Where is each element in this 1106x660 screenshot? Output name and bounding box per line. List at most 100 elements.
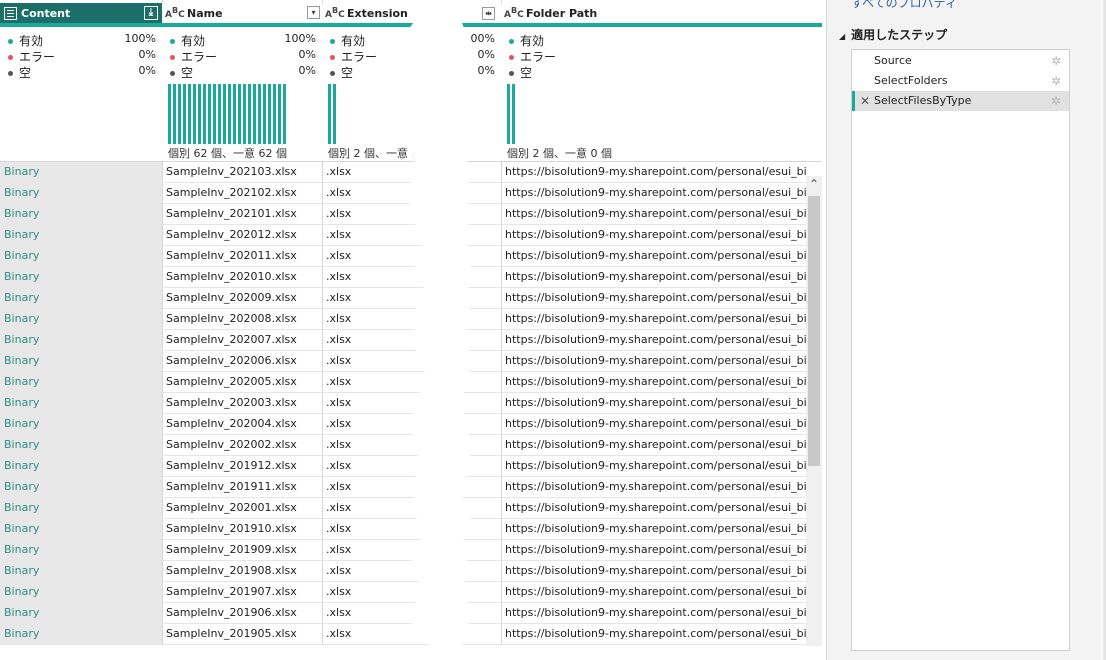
table-cell[interactable]: Binary	[0, 204, 162, 225]
table-cell[interactable]: https://bisolution9-my.sharepoint.com/pe…	[501, 162, 806, 183]
scroll-thumb[interactable]	[808, 196, 820, 466]
expand-column-icon[interactable]: ⇹	[482, 6, 495, 20]
distribution-bar[interactable]	[333, 84, 336, 144]
column-header-name[interactable]: ABC Name ▾	[162, 3, 322, 27]
table-cell[interactable]: Binary	[0, 183, 162, 204]
table-cell[interactable]: SampleInv_202008.xlsx	[162, 309, 322, 330]
gear-icon[interactable]: ✲	[1051, 51, 1061, 71]
table-cell[interactable]: SampleInv_202101.xlsx	[162, 204, 322, 225]
table-cell[interactable]: SampleInv_202002.xlsx	[162, 435, 322, 456]
table-cell[interactable]: Binary	[0, 267, 162, 288]
table-cell[interactable]: Binary	[0, 519, 162, 540]
distribution-bar[interactable]	[188, 84, 191, 144]
table-cell[interactable]: SampleInv_201911.xlsx	[162, 477, 322, 498]
table-cell[interactable]: Binary	[0, 582, 162, 603]
gear-icon[interactable]: ✲	[1051, 91, 1061, 111]
distribution-bar[interactable]	[283, 84, 286, 144]
collapse-triangle-icon[interactable]: ◢	[839, 32, 845, 41]
table-cell[interactable]: https://bisolution9-my.sharepoint.com/pe…	[501, 330, 806, 351]
distribution-bar[interactable]	[263, 84, 266, 144]
table-cell[interactable]: https://bisolution9-my.sharepoint.com/pe…	[501, 603, 806, 624]
table-cell[interactable]: https://bisolution9-my.sharepoint.com/pe…	[501, 519, 806, 540]
table-cell[interactable]: https://bisolution9-my.sharepoint.com/pe…	[501, 624, 806, 645]
table-cell[interactable]: Binary	[0, 351, 162, 372]
table-cell[interactable]: SampleInv_202006.xlsx	[162, 351, 322, 372]
gear-icon[interactable]: ✲	[1051, 71, 1061, 91]
table-cell[interactable]: SampleInv_201909.xlsx	[162, 540, 322, 561]
distribution-bar[interactable]	[278, 84, 281, 144]
table-cell[interactable]: Binary	[0, 456, 162, 477]
table-menu-icon[interactable]	[4, 6, 17, 20]
text-type-icon[interactable]: ABC	[325, 6, 345, 20]
distribution-bar[interactable]	[193, 84, 196, 144]
distribution-bar[interactable]	[512, 84, 515, 144]
text-type-icon[interactable]: ABC	[504, 6, 524, 20]
table-cell[interactable]: https://bisolution9-my.sharepoint.com/pe…	[501, 582, 806, 603]
filter-dropdown-icon[interactable]: ▾	[307, 6, 320, 19]
table-cell[interactable]: SampleInv_202011.xlsx	[162, 246, 322, 267]
table-cell[interactable]: Binary	[0, 162, 162, 183]
table-cell[interactable]: SampleInv_202010.xlsx	[162, 267, 322, 288]
step-source[interactable]: Source ✲	[852, 51, 1069, 71]
table-cell[interactable]: SampleInv_202012.xlsx	[162, 225, 322, 246]
text-type-icon[interactable]: ABC	[165, 6, 185, 20]
step-select-files-by-type[interactable]: ✕ SelectFilesByType ✲	[852, 91, 1069, 111]
distribution-bar[interactable]	[208, 84, 211, 144]
table-cell[interactable]: SampleInv_201908.xlsx	[162, 561, 322, 582]
table-cell[interactable]: Binary	[0, 435, 162, 456]
distribution-bar[interactable]	[273, 84, 276, 144]
table-cell[interactable]: SampleInv_202007.xlsx	[162, 330, 322, 351]
distribution-bar[interactable]	[223, 84, 226, 144]
distribution-bar[interactable]	[178, 84, 181, 144]
table-cell[interactable]: Binary	[0, 414, 162, 435]
step-select-folders[interactable]: SelectFolders ✲	[852, 71, 1069, 91]
table-cell[interactable]: SampleInv_202102.xlsx	[162, 183, 322, 204]
table-cell[interactable]: Binary	[0, 477, 162, 498]
table-cell[interactable]: Binary	[0, 246, 162, 267]
table-cell[interactable]: SampleInv_202009.xlsx	[162, 288, 322, 309]
table-cell[interactable]: https://bisolution9-my.sharepoint.com/pe…	[501, 414, 806, 435]
table-cell[interactable]: https://bisolution9-my.sharepoint.com/pe…	[501, 309, 806, 330]
table-cell[interactable]: Binary	[0, 393, 162, 414]
table-cell[interactable]: https://bisolution9-my.sharepoint.com/pe…	[501, 225, 806, 246]
table-cell[interactable]: https://bisolution9-my.sharepoint.com/pe…	[501, 267, 806, 288]
table-cell[interactable]: Binary	[0, 309, 162, 330]
table-cell[interactable]: https://bisolution9-my.sharepoint.com/pe…	[501, 540, 806, 561]
table-cell[interactable]: https://bisolution9-my.sharepoint.com/pe…	[501, 246, 806, 267]
column-header-content[interactable]: Content ⤓	[0, 3, 162, 27]
distribution-bar[interactable]	[268, 84, 271, 144]
distribution-bar[interactable]	[198, 84, 201, 144]
table-cell[interactable]: SampleInv_201907.xlsx	[162, 582, 322, 603]
distribution-bar[interactable]	[168, 84, 171, 144]
table-cell[interactable]: SampleInv_201906.xlsx	[162, 603, 322, 624]
download-binary-icon[interactable]: ⤓	[144, 6, 158, 20]
distribution-bar[interactable]	[248, 84, 251, 144]
table-cell[interactable]: https://bisolution9-my.sharepoint.com/pe…	[501, 498, 806, 519]
table-cell[interactable]: Binary	[0, 288, 162, 309]
distribution-bar[interactable]	[173, 84, 176, 144]
distribution-bar[interactable]	[238, 84, 241, 144]
applied-steps-header[interactable]: ◢ 適用したステップ	[839, 26, 947, 43]
distribution-bar[interactable]	[218, 84, 221, 144]
vertical-scrollbar[interactable]: ⌃	[806, 176, 822, 646]
table-cell[interactable]: Binary	[0, 540, 162, 561]
table-cell[interactable]: Binary	[0, 225, 162, 246]
table-cell[interactable]: Binary	[0, 561, 162, 582]
table-cell[interactable]: Binary	[0, 372, 162, 393]
scroll-up-icon[interactable]: ⌃	[806, 176, 822, 192]
table-cell[interactable]: https://bisolution9-my.sharepoint.com/pe…	[501, 372, 806, 393]
distribution-bar[interactable]	[243, 84, 246, 144]
table-cell[interactable]: SampleInv_201905.xlsx	[162, 624, 322, 645]
table-cell[interactable]: https://bisolution9-my.sharepoint.com/pe…	[501, 393, 806, 414]
distribution-bar[interactable]	[328, 84, 331, 144]
distribution-bar[interactable]	[183, 84, 186, 144]
table-cell[interactable]: https://bisolution9-my.sharepoint.com/pe…	[501, 477, 806, 498]
table-cell[interactable]: SampleInv_202001.xlsx	[162, 498, 322, 519]
distribution-bar[interactable]	[507, 84, 510, 144]
table-cell[interactable]: https://bisolution9-my.sharepoint.com/pe…	[501, 435, 806, 456]
distribution-bar[interactable]	[253, 84, 256, 144]
table-cell[interactable]: Binary	[0, 330, 162, 351]
table-cell[interactable]: https://bisolution9-my.sharepoint.com/pe…	[501, 204, 806, 225]
table-cell[interactable]: SampleInv_202103.xlsx	[162, 162, 322, 183]
distribution-bar[interactable]	[258, 84, 261, 144]
